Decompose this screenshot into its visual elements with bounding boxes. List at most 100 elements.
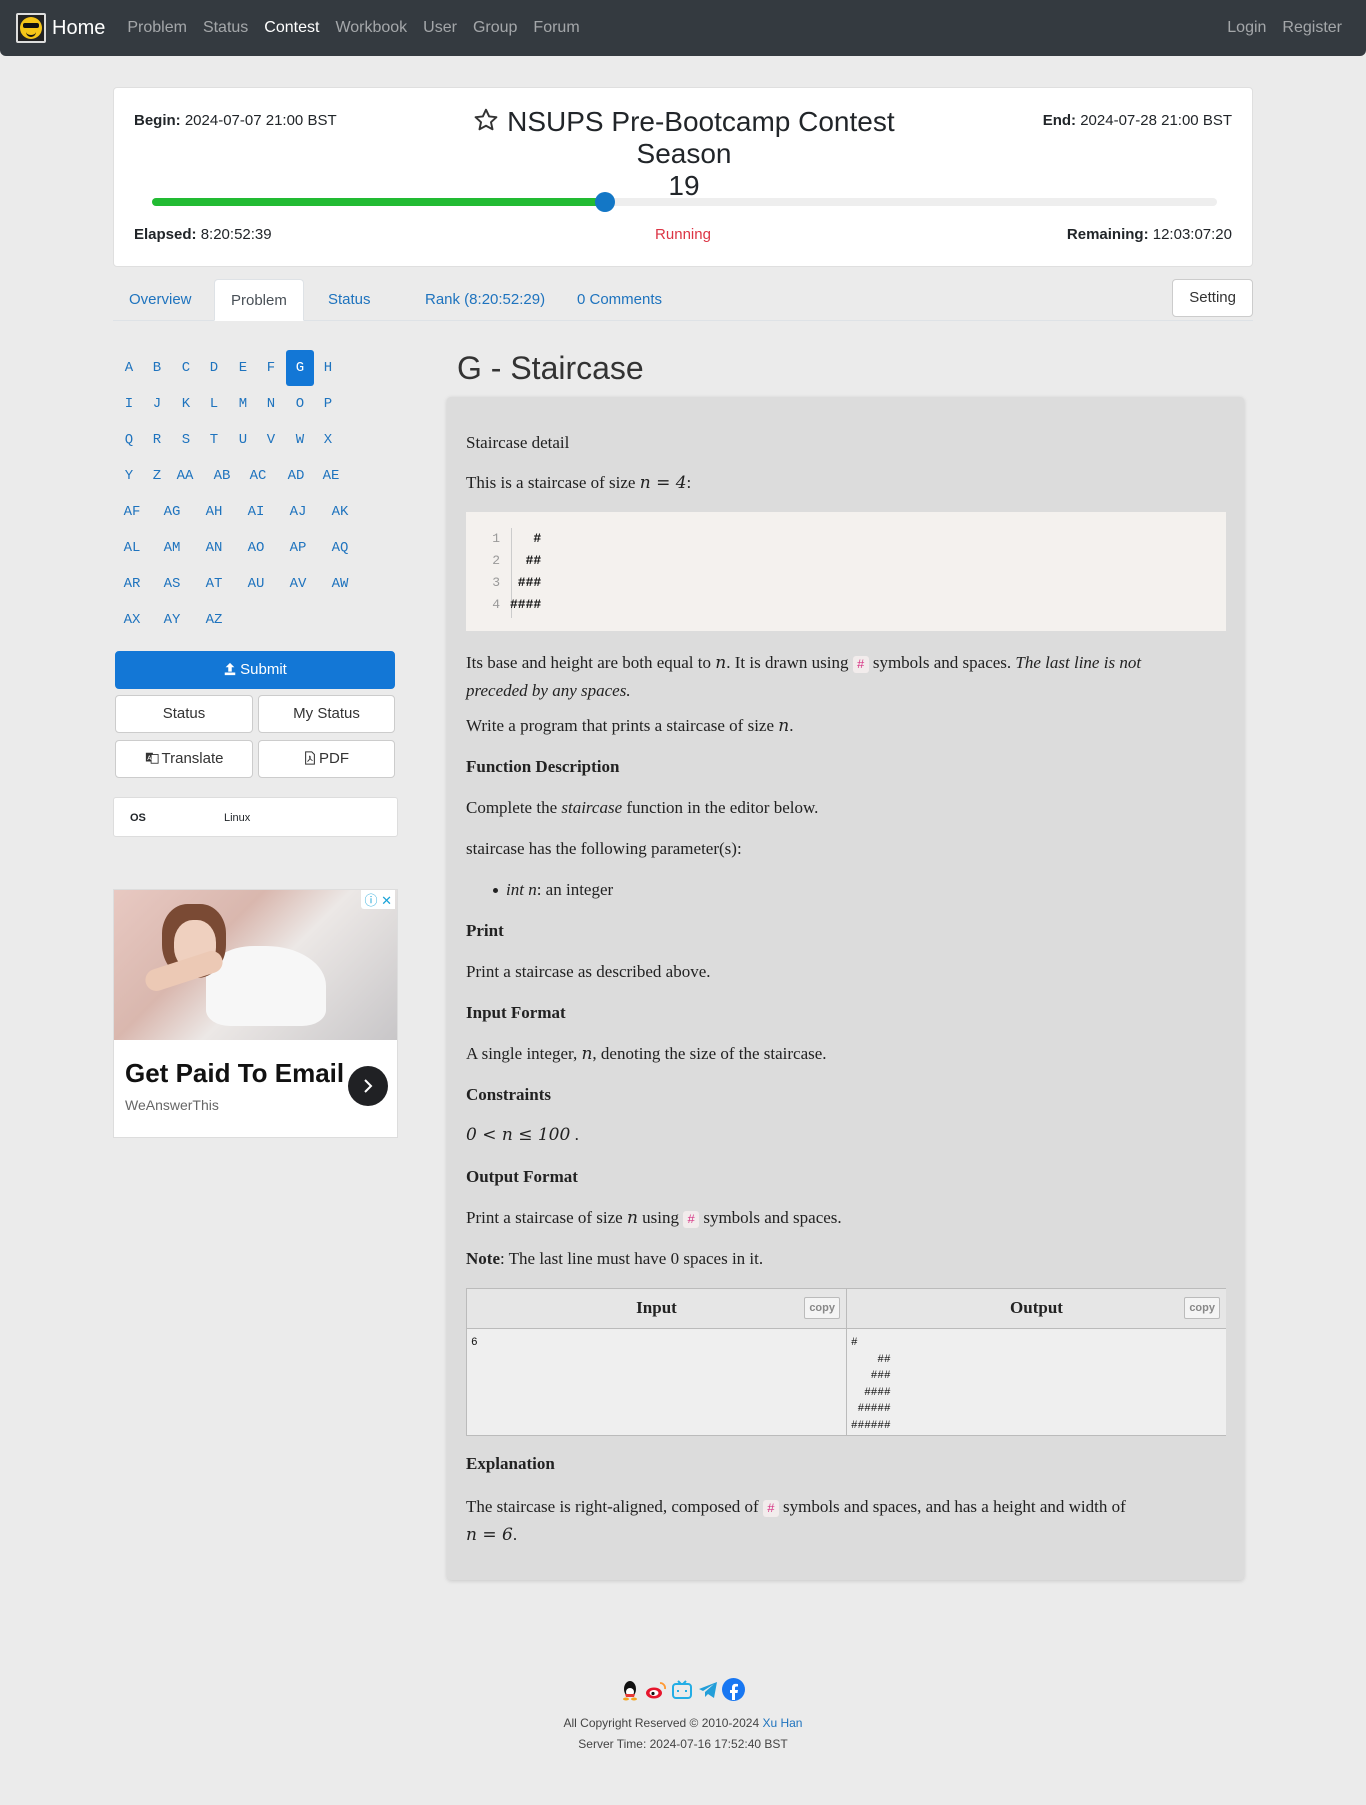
problem-letter-f[interactable]: F xyxy=(257,350,285,386)
contest-begin: Begin: 2024-07-07 21:00 BST xyxy=(134,112,337,129)
problem-letter-e[interactable]: E xyxy=(229,350,257,386)
telegram-icon[interactable] xyxy=(696,1678,719,1701)
problem-letter-s[interactable]: S xyxy=(172,422,200,458)
problem-letter-t[interactable]: T xyxy=(200,422,228,458)
facebook-icon[interactable] xyxy=(722,1678,745,1701)
problem-letter-ap[interactable]: AP xyxy=(279,530,317,566)
setting-button[interactable]: Setting xyxy=(1172,279,1253,317)
problem-letter-aj[interactable]: AJ xyxy=(279,494,317,530)
copy-output-button[interactable]: copy xyxy=(1184,1297,1220,1319)
problem-letter-av[interactable]: AV xyxy=(279,566,317,602)
contest-title-line1: NSUPS Pre-Bootcamp Contest Season xyxy=(507,106,895,169)
tab-status[interactable]: Status xyxy=(312,279,387,321)
copy-input-button[interactable]: copy xyxy=(804,1297,840,1319)
problem-letter-al[interactable]: AL xyxy=(113,530,151,566)
ad-close-icon[interactable]: ⓘ ✕ xyxy=(361,890,395,909)
output-header: Output copy xyxy=(847,1289,1226,1329)
problem-letter-c[interactable]: C xyxy=(172,350,200,386)
chevron-right-icon[interactable] xyxy=(348,1066,388,1106)
problem-letter-ai[interactable]: AI xyxy=(237,494,275,530)
nav-problem[interactable]: Problem xyxy=(119,19,195,37)
problem-letter-i[interactable]: I xyxy=(115,386,143,422)
author-link[interactable]: Xu Han xyxy=(762,1716,802,1730)
qq-icon[interactable] xyxy=(618,1678,641,1701)
problem-letter-am[interactable]: AM xyxy=(153,530,191,566)
nav-contest[interactable]: Contest xyxy=(256,19,327,37)
constraint-text: 0 < n ≤ 100 . xyxy=(466,1125,579,1145)
problem-letter-aw[interactable]: AW xyxy=(321,566,359,602)
submit-button[interactable]: Submit xyxy=(115,651,395,689)
problem-letter-l[interactable]: L xyxy=(200,386,228,422)
problem-letter-an[interactable]: AN xyxy=(195,530,233,566)
heading-constraints: Constraints xyxy=(466,1085,552,1104)
problem-letter-ay[interactable]: AY xyxy=(153,602,191,638)
bilibili-icon[interactable] xyxy=(670,1678,693,1701)
nav-user[interactable]: User xyxy=(415,19,465,37)
problem-letter-j[interactable]: J xyxy=(143,386,171,422)
problem-letter-q[interactable]: Q xyxy=(115,422,143,458)
translate-button[interactable]: A Translate xyxy=(115,740,253,778)
problem-letter-g[interactable]: G xyxy=(286,350,314,386)
advertisement[interactable]: ⓘ ✕ Get Paid To Email WeAnswerThis xyxy=(113,889,398,1138)
problem-letter-ao[interactable]: AO xyxy=(237,530,275,566)
nav-workbook[interactable]: Workbook xyxy=(327,19,415,37)
sample-io-table: Input copy Output copy 6 # ## ### #### #… xyxy=(466,1288,1226,1436)
problem-letter-w[interactable]: W xyxy=(286,422,314,458)
problem-letter-r[interactable]: R xyxy=(143,422,171,458)
weibo-icon[interactable] xyxy=(644,1678,667,1701)
star-favorite-icon[interactable] xyxy=(473,107,499,133)
sample-input: 6 xyxy=(471,1337,478,1349)
problem-letter-b[interactable]: B xyxy=(143,350,171,386)
nav-group[interactable]: Group xyxy=(465,19,525,37)
tab-comments[interactable]: 0 Comments xyxy=(561,279,678,321)
os-value: Linux xyxy=(224,812,251,824)
problem-letter-af[interactable]: AF xyxy=(113,494,151,530)
heading-print: Print xyxy=(466,921,504,940)
problem-letter-ag[interactable]: AG xyxy=(153,494,191,530)
statement-intro: This is a staircase of size n = 4: xyxy=(466,473,692,493)
heading-input-format: Input Format xyxy=(466,1003,566,1022)
problem-letter-at[interactable]: AT xyxy=(195,566,233,602)
contest-progress-bar xyxy=(152,192,1217,212)
problem-letter-ak[interactable]: AK xyxy=(321,494,359,530)
problem-letter-ar[interactable]: AR xyxy=(113,566,151,602)
tab-overview[interactable]: Overview xyxy=(113,279,208,321)
problem-letter-y[interactable]: Y xyxy=(115,458,143,494)
problem-letter-o[interactable]: O xyxy=(286,386,314,422)
problem-letter-au[interactable]: AU xyxy=(237,566,275,602)
problem-letter-a[interactable]: A xyxy=(115,350,143,386)
problem-letter-ac[interactable]: AC xyxy=(241,458,275,494)
statement-paragraph-2: Write a program that prints a staircase … xyxy=(466,716,794,736)
problem-letter-ax[interactable]: AX xyxy=(113,602,151,638)
problem-letter-m[interactable]: M xyxy=(229,386,257,422)
problem-letter-x[interactable]: X xyxy=(314,422,342,458)
tab-problem[interactable]: Problem xyxy=(214,279,304,321)
problem-letter-n[interactable]: N xyxy=(257,386,285,422)
problem-letter-k[interactable]: K xyxy=(172,386,200,422)
progress-handle[interactable] xyxy=(594,192,615,212)
login-link[interactable]: Login xyxy=(1219,19,1274,37)
problem-letter-h[interactable]: H xyxy=(314,350,342,386)
problem-letter-u[interactable]: U xyxy=(229,422,257,458)
problem-letter-ab[interactable]: AB xyxy=(205,458,239,494)
contest-title-line2: 19 xyxy=(668,170,700,201)
nav-status[interactable]: Status xyxy=(195,19,256,37)
problem-letter-z[interactable]: Z xyxy=(143,458,171,494)
tab-rank[interactable]: Rank (8:20:52:29) xyxy=(409,279,561,321)
pdf-button[interactable]: PDF xyxy=(258,740,395,778)
problem-letter-aa[interactable]: AA xyxy=(168,458,202,494)
problem-letter-p[interactable]: P xyxy=(314,386,342,422)
brand-home-link[interactable]: Home xyxy=(16,13,105,43)
problem-letter-ae[interactable]: AE xyxy=(314,458,348,494)
problem-letter-ah[interactable]: AH xyxy=(195,494,233,530)
register-link[interactable]: Register xyxy=(1274,19,1350,37)
problem-letter-as[interactable]: AS xyxy=(153,566,191,602)
nav-forum[interactable]: Forum xyxy=(525,19,587,37)
problem-letter-d[interactable]: D xyxy=(200,350,228,386)
status-button[interactable]: Status xyxy=(115,695,253,733)
my-status-button[interactable]: My Status xyxy=(258,695,395,733)
problem-letter-v[interactable]: V xyxy=(257,422,285,458)
problem-letter-ad[interactable]: AD xyxy=(279,458,313,494)
problem-letter-az[interactable]: AZ xyxy=(195,602,233,638)
problem-letter-aq[interactable]: AQ xyxy=(321,530,359,566)
